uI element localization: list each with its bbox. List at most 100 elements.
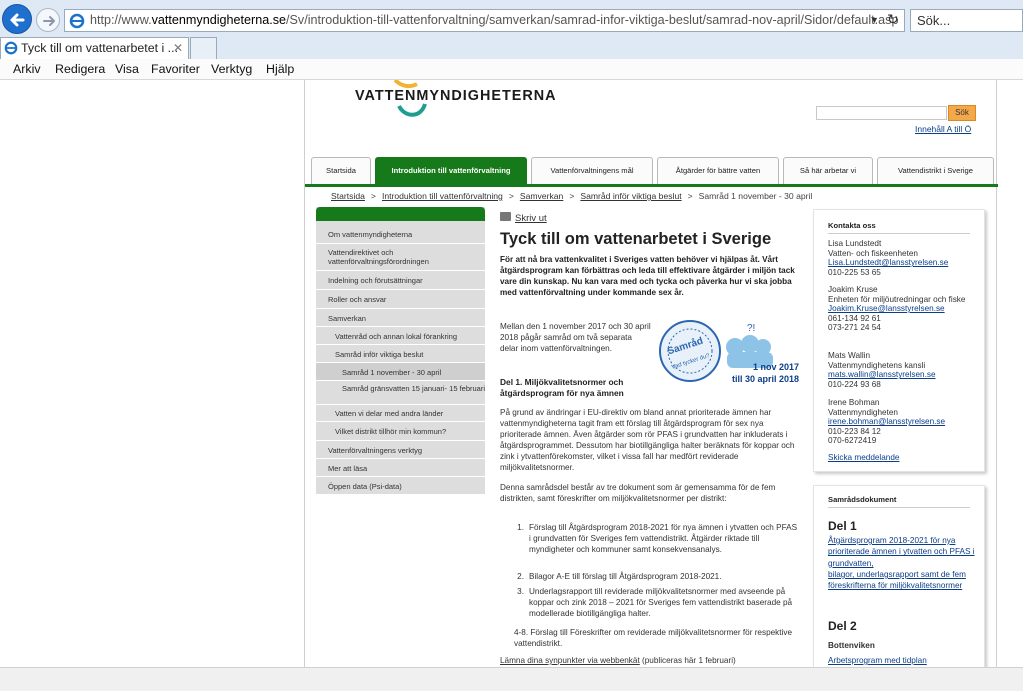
del1-program-link[interactable]: Åtgärdsprogram 2018-2021 för nya priorit…: [828, 535, 978, 569]
breadcrumb-separator: >: [370, 191, 376, 201]
top-navigation: Startsida Introduktion till vattenförval…: [311, 157, 994, 184]
site-search-input[interactable]: [816, 106, 947, 120]
contact-heading: Kontakta oss: [828, 221, 876, 230]
samrad-badge-image: ?! Samråd Vad tycker du? 1 nov 2017 till…: [657, 319, 800, 389]
tab-strip: Tyck till om vattenarbetet i ... ✕: [0, 36, 1023, 60]
leftnav-item-vattendirektivet[interactable]: Vattendirektivet och vattenförvaltningsf…: [316, 244, 485, 271]
list-text: Förslag till Åtgärdsprogram 2018-2021 fö…: [529, 523, 798, 554]
contact-email-link[interactable]: Lisa.Lundstedt@lansstyrelsen.se: [828, 258, 978, 268]
back-arrow-icon: [10, 13, 25, 27]
leftnav-item-om[interactable]: Om vattenmyndigheterna: [316, 225, 485, 244]
del2-program-link[interactable]: Arbetsprogram med tidplan: [828, 655, 978, 666]
forward-arrow-icon: [43, 16, 55, 26]
back-button[interactable]: [2, 4, 32, 34]
contact-org: Vatten- och fiskeenheten: [828, 248, 918, 258]
browser-search-input[interactable]: Sök...: [910, 9, 1023, 32]
ie-tab-icon: [4, 41, 18, 55]
ie-page-icon: [69, 13, 85, 29]
feedback-line: Lämna dina synpunkter via webbenkät (pub…: [500, 656, 736, 665]
feedback-link[interactable]: Lämna dina synpunkter via webbenkät: [500, 656, 640, 665]
send-message-link[interactable]: Skicka meddelande: [828, 453, 978, 463]
contact-person: Lisa Lundstedt Vatten- och fiskeenheten …: [828, 239, 978, 277]
body-paragraph-1: På grund av ändringar i EU-direktiv om b…: [500, 408, 795, 472]
new-tab-button[interactable]: [190, 37, 217, 60]
leftnav-item-indelning[interactable]: Indelning och förutsättningar: [316, 271, 485, 290]
contact-phone: 010-224 93 68: [828, 379, 881, 389]
site-logo-text[interactable]: VATTENMYNDIGHETERNA: [355, 88, 557, 104]
feedback-note: (publiceras här 1 februari): [639, 656, 736, 665]
breadcrumb-separator: >: [508, 191, 514, 201]
print-link[interactable]: Skriv ut: [515, 213, 547, 224]
contact-name: Mats Wallin: [828, 351, 871, 360]
leftnav-item-mer-att-lasa[interactable]: Mer att läsa: [316, 459, 485, 477]
topnav-startsida[interactable]: Startsida: [311, 157, 371, 184]
breadcrumb: Startsida > Introduktion till vattenförval…: [331, 191, 812, 201]
refresh-icon[interactable]: ↻: [887, 10, 899, 30]
leftnav-item-vatten-vi-delar[interactable]: Vatten vi delar med andra länder: [316, 405, 485, 422]
list-text: Underlagsrapport till reviderade miljökv…: [529, 587, 793, 618]
contact-email-link[interactable]: mats.wallin@lansstyrelsen.se: [828, 370, 978, 380]
badge-date-start: 1 nov 2017: [752, 362, 799, 372]
contact-person: Joakim Kruse Enheten för miljöutredninga…: [828, 285, 978, 333]
contact-name: Irene Bohman: [828, 398, 880, 407]
leftnav-item-samrad-infor[interactable]: Samråd inför viktiga beslut: [316, 345, 485, 363]
leftnav-item-oppen-data[interactable]: Öppen data (Psi-data): [316, 477, 485, 494]
menu-favoriter[interactable]: Favoriter: [151, 62, 200, 76]
web-page: VATTENMYNDIGHETERNA Sök Innehåll A till …: [0, 80, 1023, 667]
intro-paragraph: Mellan den 1 november 2017 och 30 april …: [500, 322, 651, 353]
url-text: http://www.vattenmyndigheterna.se/Sv/int…: [90, 13, 899, 27]
page-title: Tyck till om vattenarbetet i Sverige: [500, 230, 772, 248]
browser-tab-active[interactable]: Tyck till om vattenarbetet i ... ✕: [0, 37, 189, 60]
left-nav-header: [316, 207, 485, 221]
divider: [828, 507, 970, 508]
topnav-sa-har-arbetar-vi[interactable]: Så här arbetar vi: [783, 157, 873, 184]
leftnav-item-roller[interactable]: Roller och ansvar: [316, 290, 485, 309]
breadcrumb-current: Samråd 1 november - 30 april: [698, 191, 813, 201]
breadcrumb-samverkan[interactable]: Samverkan: [520, 191, 563, 201]
topnav-mal[interactable]: Vattenförvaltningens mål: [531, 157, 653, 184]
del2-label: Del 2: [828, 619, 857, 633]
topnav-vattendistrikt[interactable]: Vattendistrikt i Sverige: [877, 157, 994, 184]
breadcrumb-introduktion[interactable]: Introduktion till vattenförvaltning: [382, 191, 503, 201]
badge-date-end: till 30 april 2018: [731, 374, 799, 384]
print-icon[interactable]: [500, 212, 511, 221]
menu-verktyg[interactable]: Verktyg: [211, 62, 252, 76]
leftnav-item-samverkan[interactable]: Samverkan: [316, 309, 485, 327]
leftnav-item-vilket-distrikt[interactable]: Vilket distrikt tillhör min kommun?: [316, 422, 485, 441]
lead-paragraph: För att nå bra vattenkvalitet i Sveriges…: [500, 255, 795, 297]
a-to-o-link[interactable]: Innehåll A till Ö: [915, 124, 971, 134]
contact-phone: 061-134 92 61: [828, 313, 881, 323]
del1-attachments-link[interactable]: bilagor, underlagsrapport samt de fem fö…: [828, 569, 978, 592]
leftnav-item-verktyg[interactable]: Vattenförvaltningens verktyg: [316, 441, 485, 459]
menu-hjalp[interactable]: Hjälp: [266, 62, 294, 76]
del2-district: Bottenviken: [828, 641, 875, 650]
menu-bar: Arkiv Redigera Visa Favoriter Verktyg Hj…: [0, 59, 1023, 80]
divider: [828, 233, 970, 234]
leftnav-item-samrad-nov-april[interactable]: Samråd 1 november - 30 april: [316, 363, 485, 381]
left-navigation: Om vattenmyndigheterna Vattendirektivet …: [316, 207, 485, 494]
list-number: 3.: [517, 587, 524, 596]
address-dropdown-icon[interactable]: ▼: [870, 10, 879, 31]
tab-close-icon[interactable]: ✕: [173, 38, 183, 59]
contact-org: Enheten för miljöutredningar och fiske: [828, 294, 966, 304]
breadcrumb-startsida[interactable]: Startsida: [331, 191, 365, 201]
topnav-atgarder[interactable]: Åtgärder för bättre vatten: [657, 157, 779, 184]
breadcrumb-samrad-infor[interactable]: Samråd inför viktiga beslut: [580, 191, 681, 201]
address-bar[interactable]: http://www.vattenmyndigheterna.se/Sv/int…: [64, 9, 905, 32]
site-search-button[interactable]: Sök: [948, 105, 976, 121]
leftnav-item-vattenrad[interactable]: Vattenråd och annan lokal förankring: [316, 327, 485, 345]
leftnav-item-gransvatten[interactable]: Samråd gränsvatten 15 januari- 15 februa…: [316, 381, 485, 405]
forward-button[interactable]: [36, 8, 60, 32]
menu-arkiv[interactable]: Arkiv: [13, 62, 41, 76]
del1-label: Del 1: [828, 519, 857, 533]
svg-text:?!: ?!: [747, 323, 755, 334]
contact-org: Vattenmyndigheten: [828, 407, 898, 417]
menu-redigera[interactable]: Redigera: [55, 62, 105, 76]
topnav-introduktion[interactable]: Introduktion till vattenförvaltning: [375, 157, 527, 184]
menu-visa[interactable]: Visa: [115, 62, 139, 76]
contact-name: Joakim Kruse: [828, 285, 878, 294]
breadcrumb-separator: >: [687, 191, 693, 201]
contact-email-link[interactable]: Joakim.Kruse@lansstyrelsen.se: [828, 304, 978, 314]
documents-heading: Samrådsdokument: [828, 495, 897, 504]
contact-email-link[interactable]: irene.bohman@lansstyrelsen.se: [828, 417, 978, 427]
